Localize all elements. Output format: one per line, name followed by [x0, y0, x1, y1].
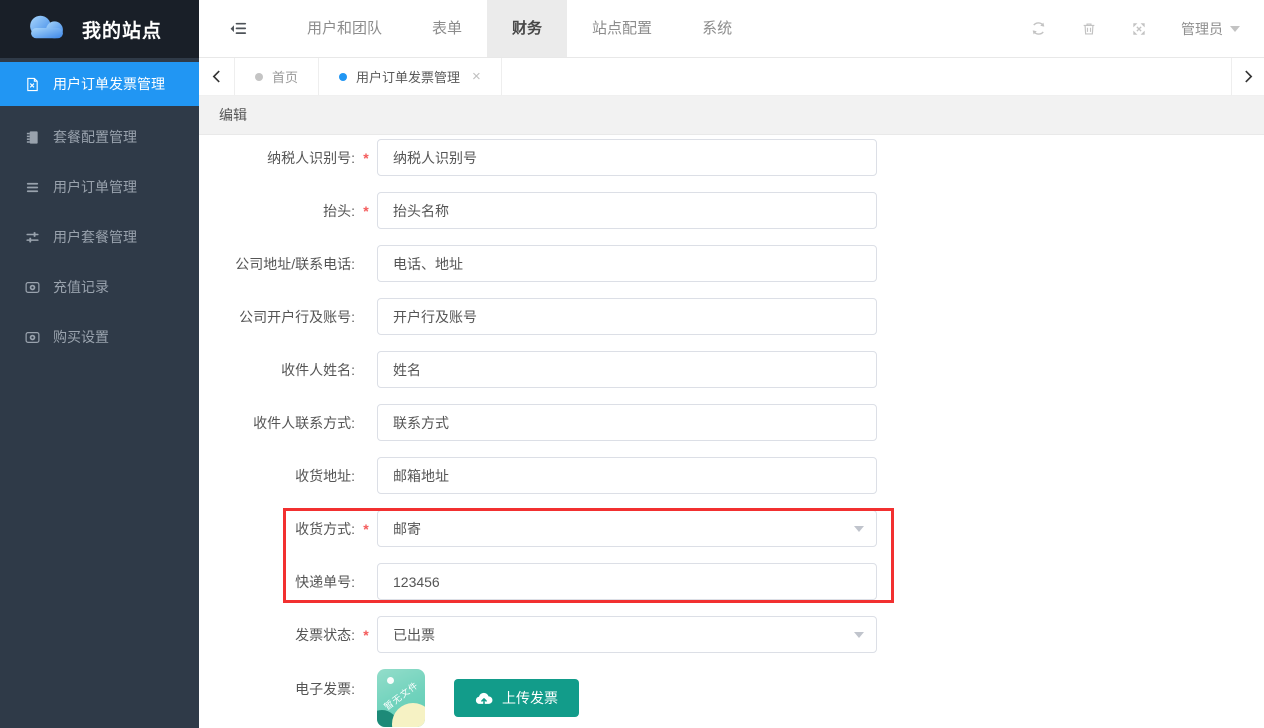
field-label: 收货方式: — [199, 519, 355, 539]
tab-label: 用户订单发票管理 — [356, 67, 460, 86]
upload-invoice-button[interactable]: 上传发票 — [454, 679, 579, 717]
recipient-contact-input[interactable] — [377, 404, 877, 441]
nav-item-users-teams[interactable]: 用户和团队 — [282, 0, 407, 57]
menu-collapse-icon[interactable] — [229, 20, 248, 37]
breadcrumb: 编辑 — [199, 96, 1264, 135]
invoice-doc-icon — [25, 77, 40, 92]
tab-scroll-right-icon[interactable] — [1231, 58, 1264, 95]
field-label: 电子发票: — [199, 679, 355, 699]
form-row-company-bank-account: 公司开户行及账号: — [199, 298, 1264, 335]
package-config-icon — [25, 130, 40, 145]
upload-button-label: 上传发票 — [502, 688, 558, 708]
trash-icon[interactable] — [1081, 21, 1097, 37]
tab-dot-icon — [255, 73, 263, 81]
tab-home[interactable]: 首页 — [235, 58, 319, 95]
field-label: 抬头: — [199, 201, 355, 221]
form-row-invoice-title: 抬头: * — [199, 192, 1264, 229]
field-label: 公司开户行及账号: — [199, 307, 355, 327]
required-marker: * — [355, 627, 377, 643]
taxpayer-id-input[interactable] — [377, 139, 877, 176]
delivery-method-select[interactable]: 邮寄 — [377, 510, 877, 547]
form-row-taxpayer-id: 纳税人识别号: * — [199, 139, 1264, 176]
form-row-invoice-status: 发票状态: * 已出票 — [199, 616, 1264, 653]
form-row-shipping-address: 收货地址: — [199, 457, 1264, 494]
sidebar-item-invoice-management[interactable]: 用户订单发票管理 — [0, 62, 199, 106]
sidebar-item-recharge-records[interactable]: 充值记录 — [0, 262, 199, 312]
admin-name: 管理员 — [1181, 19, 1223, 39]
order-list-icon — [25, 180, 40, 195]
form-row-recipient-contact: 收件人联系方式: — [199, 404, 1264, 441]
field-label: 快递单号: — [199, 572, 355, 592]
close-icon[interactable]: × — [472, 69, 481, 84]
required-marker: * — [355, 150, 377, 166]
site-title: 我的站点 — [82, 16, 162, 43]
required-marker: * — [355, 521, 377, 537]
nav-item-system[interactable]: 系统 — [677, 0, 757, 57]
nav-item-site-config[interactable]: 站点配置 — [567, 0, 677, 57]
tracking-number-input[interactable] — [377, 563, 877, 600]
field-label: 收件人联系方式: — [199, 413, 355, 433]
form-row-e-invoice: 电子发票: 暂无文件 上传发票 — [199, 669, 1264, 727]
chevron-down-icon — [854, 632, 864, 638]
tab-dot-icon — [339, 73, 347, 81]
chevron-down-icon — [854, 526, 864, 532]
sidebar-item-label: 用户套餐管理 — [53, 227, 137, 247]
form-row-company-address-phone: 公司地址/联系电话: — [199, 245, 1264, 282]
form-row-tracking-number: 快递单号: — [199, 563, 1264, 600]
invoice-status-select[interactable]: 已出票 — [377, 616, 877, 653]
user-package-icon — [25, 230, 40, 245]
invoice-title-input[interactable] — [377, 192, 877, 229]
sidebar-item-label: 购买设置 — [53, 327, 109, 347]
company-address-phone-input[interactable] — [377, 245, 877, 282]
form-row-delivery-method: 收货方式: * 邮寄 — [199, 510, 1264, 547]
field-label: 纳税人识别号: — [199, 148, 355, 168]
select-value: 已出票 — [393, 625, 435, 645]
tab-bar: 首页 用户订单发票管理 × — [199, 58, 1264, 96]
invoice-edit-form: 纳税人识别号: * 抬头: * 公司地址/联系电话: 公司开户行及账号: 收 — [199, 135, 1264, 728]
main-content: 首页 用户订单发票管理 × 编辑 纳税人识别号: * 抬头: * — [199, 58, 1264, 728]
recharge-record-icon — [25, 280, 40, 295]
nav-item-finance[interactable]: 财务 — [487, 0, 567, 57]
recipient-name-input[interactable] — [377, 351, 877, 388]
chevron-down-icon — [1230, 26, 1240, 32]
cloud-icon — [24, 12, 70, 47]
shipping-address-input[interactable] — [377, 457, 877, 494]
sidebar: 用户订单发票管理 套餐配置管理 用户订单管理 — [0, 58, 199, 728]
sidebar-item-label: 用户订单管理 — [53, 177, 137, 197]
brand-logo[interactable]: 我的站点 — [0, 0, 199, 58]
nav-item-forms[interactable]: 表单 — [407, 0, 487, 57]
admin-dropdown[interactable]: 管理员 — [1181, 19, 1240, 39]
header-actions: 管理员 — [1030, 19, 1264, 39]
field-label: 收件人姓名: — [199, 360, 355, 380]
tab-scroll-left-icon[interactable] — [199, 58, 235, 95]
sidebar-item-label: 用户订单发票管理 — [53, 74, 165, 94]
thumbnail-dot-icon — [387, 677, 394, 684]
fullscreen-icon[interactable] — [1131, 21, 1147, 37]
page-title: 编辑 — [219, 105, 247, 125]
field-label: 发票状态: — [199, 625, 355, 645]
no-file-thumbnail[interactable]: 暂无文件 — [377, 669, 425, 727]
tab-invoice-management[interactable]: 用户订单发票管理 × — [319, 58, 502, 95]
header-main: 用户和团队 表单 财务 站点配置 系统 — [199, 0, 1264, 58]
header: 我的站点 用户和团队 表单 财务 站点配置 系统 — [0, 0, 1264, 58]
refresh-icon[interactable] — [1030, 20, 1047, 37]
purchase-setting-icon — [25, 330, 40, 345]
sidebar-item-label: 套餐配置管理 — [53, 127, 137, 147]
select-value: 邮寄 — [393, 519, 421, 539]
tab-label: 首页 — [272, 67, 298, 86]
sidebar-item-package-config[interactable]: 套餐配置管理 — [0, 112, 199, 162]
company-bank-account-input[interactable] — [377, 298, 877, 335]
sidebar-item-label: 充值记录 — [53, 277, 109, 297]
cloud-upload-icon — [475, 691, 493, 706]
sidebar-item-purchase-settings[interactable]: 购买设置 — [0, 312, 199, 362]
sidebar-item-user-package[interactable]: 用户套餐管理 — [0, 212, 199, 262]
field-label: 公司地址/联系电话: — [199, 254, 355, 274]
app-window: 我的站点 用户和团队 表单 财务 站点配置 系统 — [0, 0, 1264, 728]
field-label: 收货地址: — [199, 466, 355, 486]
sidebar-item-order-management[interactable]: 用户订单管理 — [0, 162, 199, 212]
required-marker: * — [355, 203, 377, 219]
form-row-recipient-name: 收件人姓名: — [199, 351, 1264, 388]
